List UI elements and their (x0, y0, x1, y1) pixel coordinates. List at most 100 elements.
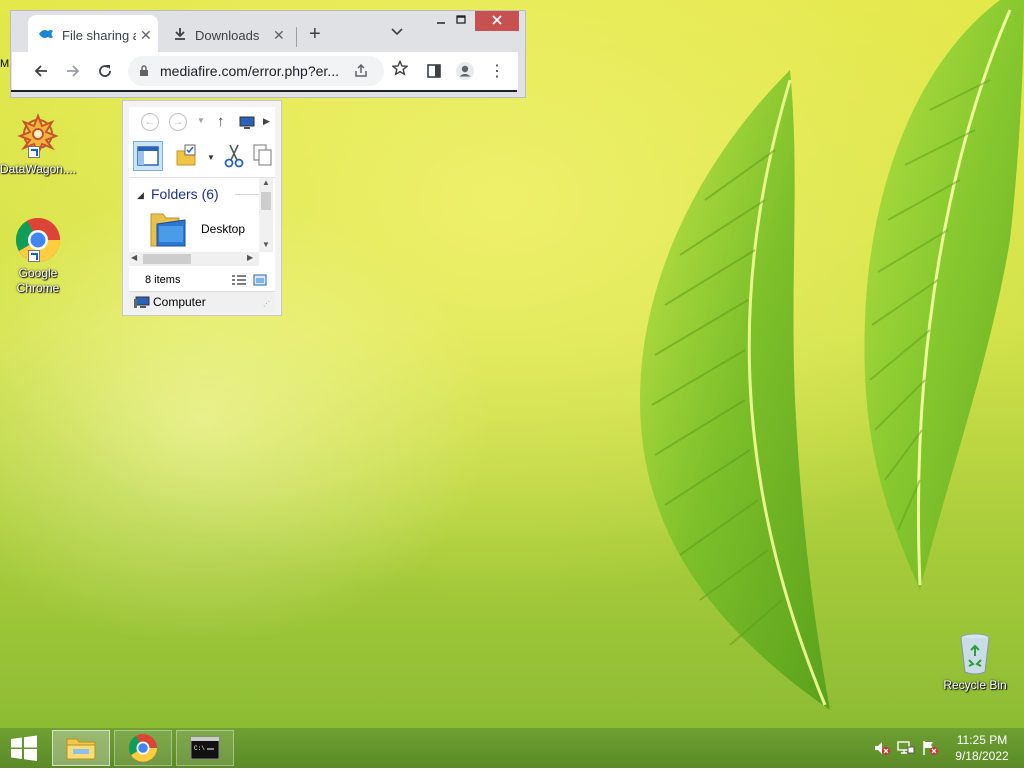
clock-date: 9/18/2022 (955, 749, 1009, 763)
address-bar[interactable]: mediafire.com/error.php?er... (128, 56, 384, 86)
toolbar-divider (11, 90, 517, 92)
chrome-menu-button[interactable]: ⋮ (486, 60, 508, 82)
forward-button[interactable] (62, 60, 84, 82)
tab-downloads[interactable]: Downloads ✕ (163, 15, 293, 56)
desktop-icon-label: Recycle Bin (943, 678, 1007, 692)
pane-layout-icon (137, 146, 159, 166)
file-explorer-icon (66, 738, 96, 760)
chevron-right-icon[interactable]: ▶ (263, 116, 270, 127)
tab-title: Downloads (195, 28, 260, 43)
tab-search-button[interactable] (391, 25, 403, 39)
star-icon (391, 59, 409, 76)
network-button[interactable] (897, 740, 915, 756)
lock-icon (139, 65, 149, 80)
recent-locations-icon[interactable]: ▼ (197, 116, 205, 125)
reload-button[interactable] (94, 60, 116, 82)
file-list: ◢ Folders (6) Desktop ▲ ▼ ◀ ▶ (129, 177, 275, 268)
explorer-body: ← → ▼ ↑ ▶ ▼ ◢ Folders (6) Desktop ▲ ▼ ◀ … (129, 107, 275, 312)
scroll-down-icon[interactable]: ▼ (262, 240, 270, 249)
share-button[interactable] (353, 63, 369, 82)
close-tab-icon[interactable]: ✕ (140, 27, 152, 44)
folder-check-icon (176, 144, 196, 166)
scroll-left-icon[interactable]: ◀ (131, 253, 137, 262)
desktop-icon-datawagon[interactable]: DataWagon.... (0, 112, 76, 177)
maximize-button[interactable] (447, 11, 475, 31)
scissors-icon (224, 144, 244, 168)
shortcut-arrow-icon (28, 146, 40, 158)
dropdown-arrow-icon[interactable]: ▼ (207, 153, 215, 162)
item-count: 8 items (145, 274, 181, 286)
back-arrow-icon (34, 65, 47, 77)
scroll-up-icon[interactable]: ▲ (262, 178, 270, 187)
close-tab-icon[interactable]: ✕ (273, 27, 285, 44)
network-icon (897, 741, 915, 754)
cut-button[interactable] (219, 141, 249, 171)
copy-icon (253, 144, 272, 166)
clock-time: 11:25 PM (956, 733, 1008, 747)
close-window-button[interactable] (475, 11, 519, 31)
navigation-pane-button[interactable] (133, 141, 163, 171)
desktop-folder-icon (149, 210, 189, 251)
recycle-bin-icon (955, 632, 995, 676)
tab-separator (296, 27, 297, 47)
forward-button[interactable]: → (169, 113, 187, 131)
taskbar-command-prompt[interactable]: C:\ (176, 730, 234, 766)
list-item-desktop[interactable]: Desktop (149, 208, 269, 248)
chrome-icon (14, 216, 62, 264)
bookmark-button[interactable] (391, 59, 409, 79)
back-button[interactable] (30, 60, 52, 82)
desktop-icon-label: Google Chrome (16, 266, 60, 295)
copy-button[interactable] (251, 141, 281, 171)
maximize-icon (456, 15, 466, 24)
desktop-icon-chrome[interactable]: Google Chrome (0, 216, 76, 296)
desktop-icon-label: DataWagon.... (0, 162, 77, 176)
taskbar-file-explorer[interactable] (52, 730, 110, 766)
details-view-button[interactable] (231, 274, 247, 289)
computer-icon[interactable] (239, 116, 257, 133)
url-text: mediafire.com/error.php?er... (160, 63, 339, 79)
resize-grip-icon[interactable]: ⋰ (263, 300, 270, 308)
flag-alert-icon (923, 741, 938, 755)
new-tab-button[interactable]: + (309, 23, 321, 46)
taskbar-clock[interactable]: 11:25 PM 9/18/2022 (940, 732, 1024, 764)
volume-muted-button[interactable] (873, 740, 891, 756)
shortcut-arrow-icon (28, 250, 40, 262)
group-divider (235, 194, 259, 195)
location-label: Computer (153, 295, 206, 309)
up-arrow-icon[interactable]: ↑ (217, 113, 225, 130)
back-button[interactable]: ← (141, 113, 159, 131)
datawagon-icon (14, 112, 62, 160)
svg-text:C:\: C:\ (194, 745, 205, 752)
vertical-scrollbar[interactable]: ▲ ▼ (259, 178, 273, 252)
item-name: Desktop (201, 222, 246, 236)
computer-icon (133, 296, 151, 312)
desktop-icon-recycle-bin[interactable]: Recycle Bin (937, 632, 1013, 693)
properties-button[interactable] (173, 141, 203, 171)
action-center-button[interactable] (921, 740, 939, 756)
explorer-nav-bar: ← → ▼ ↑ ▶ (129, 107, 275, 135)
close-icon (492, 15, 502, 25)
windows-logo-icon (11, 735, 37, 761)
start-button[interactable] (0, 728, 48, 768)
location-bar[interactable]: Computer ⋰ (129, 291, 275, 312)
tab-file-sharing[interactable]: File sharing a ✕ (28, 15, 158, 56)
tab-title: File sharing a (62, 28, 136, 43)
folders-group-header[interactable]: Folders (6) (151, 186, 219, 202)
large-icons-view-button[interactable] (253, 274, 267, 289)
minimize-icon (437, 22, 445, 24)
reload-icon (99, 65, 111, 77)
partial-desktop-label: M (0, 58, 10, 70)
scroll-thumb[interactable] (143, 254, 191, 264)
explorer-ribbon: ▼ (129, 141, 275, 175)
more-vert-icon: ⋮ (489, 63, 505, 80)
profile-button[interactable] (454, 60, 476, 82)
scroll-right-icon[interactable]: ▶ (247, 253, 253, 262)
collapse-group-icon[interactable]: ◢ (137, 190, 144, 201)
taskbar-chrome[interactable] (114, 730, 172, 766)
status-bar: 8 items (129, 269, 275, 291)
mediafire-icon (38, 28, 54, 43)
side-panel-button[interactable] (423, 60, 445, 82)
chevron-down-icon (391, 28, 403, 36)
horizontal-scrollbar[interactable]: ◀ ▶ (129, 252, 259, 266)
scroll-thumb[interactable] (261, 192, 271, 210)
